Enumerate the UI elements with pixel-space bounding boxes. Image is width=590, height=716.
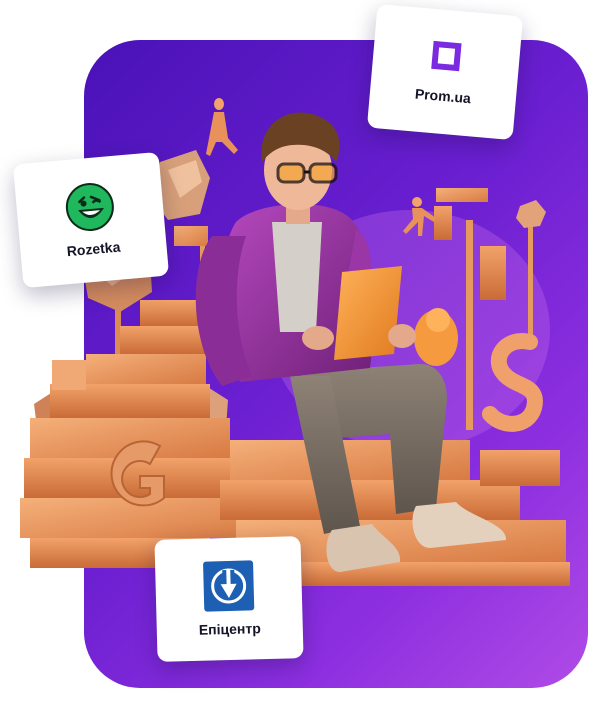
marketplace-hero: Rozetka Prom.ua Епіцентр: [0, 0, 590, 716]
prom-label: Prom.ua: [414, 85, 472, 107]
epicentr-label: Епіцентр: [198, 620, 261, 638]
prom-square-icon: [431, 40, 462, 72]
rozetka-card[interactable]: Rozetka: [12, 151, 170, 289]
rozetka-smiley-icon: [63, 181, 116, 234]
tablet: [334, 266, 402, 360]
epicentr-arrow-icon: [203, 560, 255, 612]
rozetka-label: Rozetka: [66, 238, 121, 260]
prom-card[interactable]: Prom.ua: [366, 3, 524, 141]
epicentr-card[interactable]: Епіцентр: [154, 536, 304, 662]
